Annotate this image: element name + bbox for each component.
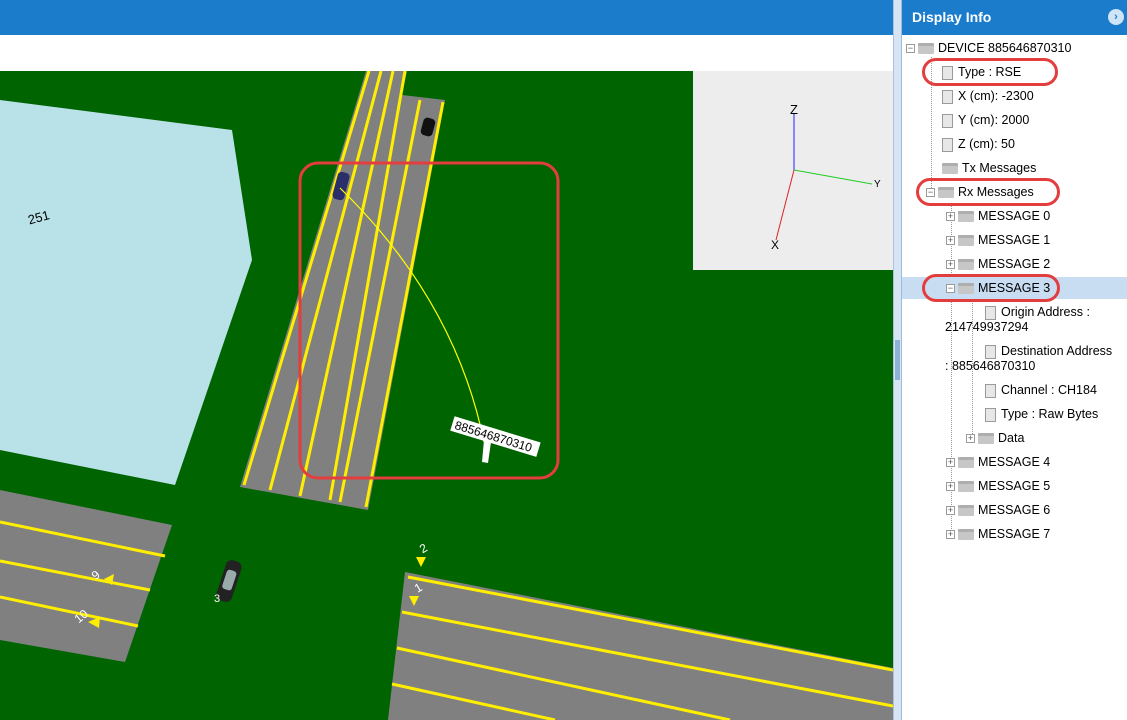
tree-node-message-type[interactable]: Type : Raw Bytes [985,403,1098,425]
folder-icon [958,481,974,493]
axis-gizmo [693,71,893,270]
z-axis-label: Z [790,102,798,117]
channel-label: Channel : CH184 [1001,383,1097,397]
tree-node-channel[interactable]: Channel : CH184 [985,379,1097,401]
origin-address-value: 214749937294 [945,320,1029,334]
file-icon [942,113,953,128]
tree-node-device[interactable]: − DEVICE 885646870310 [906,37,1071,59]
vehicle-label: 3 [214,593,220,605]
file-icon [985,305,996,320]
secondary-toolbar [0,35,893,71]
expand-icon[interactable]: + [946,236,955,246]
scene-canvas[interactable]: 251 3 885646870310 2 1 9 10 Z Y X [0,71,893,720]
folder-icon [918,43,934,55]
file-icon [942,89,953,104]
folder-icon [958,457,974,469]
file-icon [985,407,996,422]
folder-icon [958,259,974,271]
origin-address-label: Origin Address : [1001,305,1090,319]
expand-icon[interactable]: + [946,530,955,540]
expand-icon[interactable]: + [946,482,955,492]
panel-title: Display Info [912,9,992,25]
expand-icon[interactable]: + [946,458,955,468]
y-label: Y (cm): 2000 [958,113,1030,127]
tree-node-data[interactable]: + Data [966,427,1024,449]
message-label: MESSAGE 6 [978,503,1051,517]
file-icon [985,383,996,398]
x-label: X (cm): -2300 [958,89,1034,103]
collapse-panel-button[interactable]: › [1108,9,1124,25]
panel-splitter[interactable] [893,0,901,720]
folder-icon [978,433,994,445]
folder-icon [958,211,974,223]
tree-node-message-7[interactable]: + MESSAGE 7 [946,523,1050,545]
splitter-handle[interactable] [895,340,900,380]
device-label: DEVICE 885646870310 [938,41,1072,55]
message-label: MESSAGE 5 [978,479,1051,493]
tree-node-origin-address[interactable]: Origin Address : 214749937294 [945,305,1125,341]
tree-node-tx-messages[interactable]: Tx Messages [942,157,1036,179]
folder-icon [958,529,974,541]
top-toolbar [0,0,893,35]
simulation-viewport[interactable]: 251 3 885646870310 2 1 9 10 Z Y X [0,71,893,720]
tree-node-destination-address[interactable]: Destination Address : 885646870310 [945,344,1125,380]
folder-icon [942,163,958,175]
tree-node-message-2[interactable]: + MESSAGE 2 [946,253,1050,275]
expand-icon[interactable]: + [946,212,955,222]
destination-address-value: : 885646870310 [945,359,1036,373]
tree-node-z[interactable]: Z (cm): 50 [942,133,1015,155]
highlight-message-3 [922,274,1060,302]
panel-header: Display Info › [902,0,1127,35]
message-label: MESSAGE 7 [978,527,1051,541]
highlight-rx-messages [916,178,1060,206]
data-label: Data [998,431,1025,445]
expand-icon[interactable]: + [946,506,955,516]
message-label: MESSAGE 0 [978,209,1051,223]
expand-icon[interactable]: + [946,260,955,270]
tree-node-y[interactable]: Y (cm): 2000 [942,109,1029,131]
file-icon [942,137,953,152]
tree-node-message-0[interactable]: + MESSAGE 0 [946,205,1050,227]
tree-node-message-5[interactable]: + MESSAGE 5 [946,475,1050,497]
tree-node-message-4[interactable]: + MESSAGE 4 [946,451,1050,473]
file-icon [985,344,996,359]
collapse-icon[interactable]: − [906,44,915,54]
tree-node-message-6[interactable]: + MESSAGE 6 [946,499,1050,521]
message-label: MESSAGE 1 [978,233,1051,247]
tree-node-message-1[interactable]: + MESSAGE 1 [946,229,1050,251]
highlight-type [922,58,1058,86]
display-info-panel: Display Info › − DEVICE 885646870310 Type… [901,0,1127,720]
expand-icon[interactable]: + [966,434,975,444]
info-tree: − DEVICE 885646870310 Type : RSE X (cm): … [902,35,1127,720]
message-type-label: Type : Raw Bytes [1001,407,1099,421]
z-label: Z (cm): 50 [958,137,1015,151]
folder-icon [958,505,974,517]
tx-messages-label: Tx Messages [962,161,1037,175]
folder-icon [958,235,974,247]
message-label: MESSAGE 2 [978,257,1051,271]
x-axis-label: X [771,238,779,252]
message-label: MESSAGE 4 [978,455,1051,469]
y-axis-label: Y [874,179,881,190]
destination-address-label: Destination Address [1001,344,1113,358]
tree-node-x[interactable]: X (cm): -2300 [942,85,1034,107]
